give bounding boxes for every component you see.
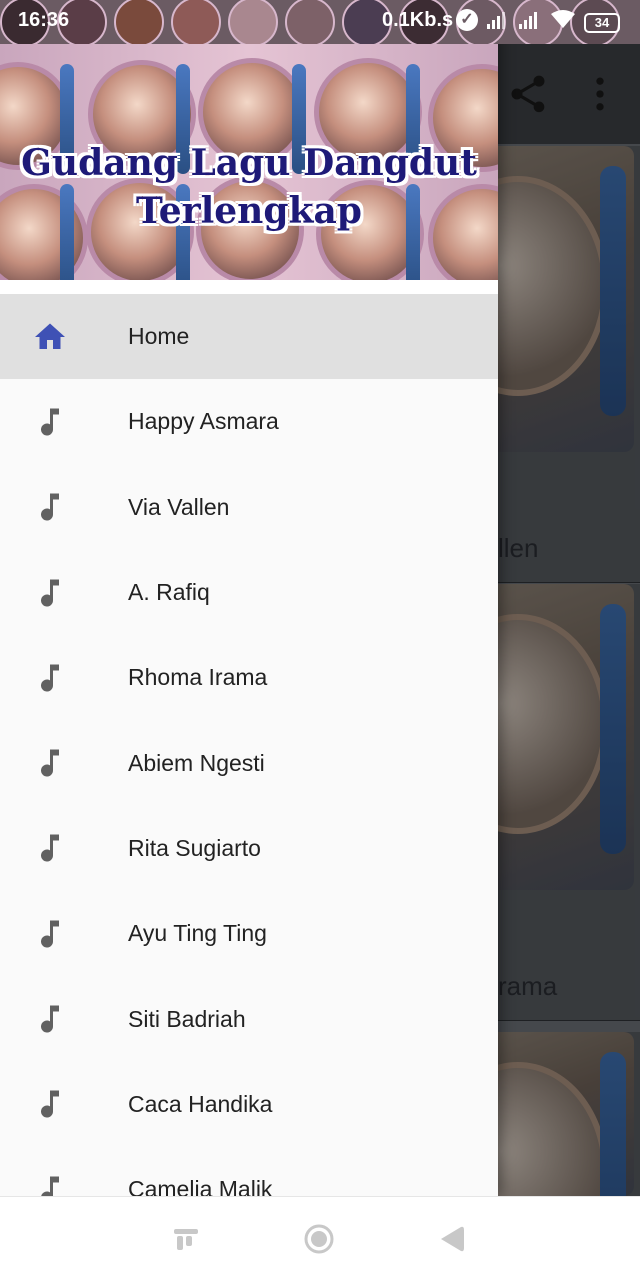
home-circle-icon[interactable] (301, 1221, 337, 1257)
network-speed: 0.1Kb.s (382, 9, 454, 31)
battery-icon: 34 (584, 12, 620, 33)
music-note-icon (32, 404, 68, 440)
status-bar: 16:36 0.1Kb.s ✓ 34 (0, 0, 640, 44)
menu-item-rita-sugiarto[interactable]: Rita Sugiarto (0, 806, 498, 891)
home-icon (32, 319, 68, 355)
menu-item-label: Home (128, 323, 190, 350)
drawer-menu: Home Happy Asmara Via Vallen A. Rafiq Rh… (0, 294, 498, 1196)
menu-item-label: Via Vallen (128, 493, 230, 520)
music-note-icon (32, 575, 68, 611)
menu-item-caca-handika[interactable]: Caca Handika (0, 1062, 498, 1147)
signal-icon (518, 10, 542, 35)
back-triangle-icon[interactable] (434, 1221, 470, 1257)
menu-item-label: Rita Sugiarto (128, 834, 261, 861)
menu-item-label: Happy Asmara (128, 408, 279, 435)
system-nav-bar (0, 1196, 640, 1280)
menu-item-label: Caca Handika (128, 1090, 273, 1117)
music-note-icon (32, 1086, 68, 1122)
music-note-icon (32, 1172, 68, 1196)
menu-item-a-rafiq[interactable]: A. Rafiq (0, 550, 498, 635)
menu-item-via-vallen[interactable]: Via Vallen (0, 465, 498, 550)
drawer-header-banner: Gudang Lagu Dangdut Terlengkap (0, 44, 498, 280)
header-title-line1: Gudang Lagu Dangdut (21, 142, 477, 184)
navigation-drawer: Gudang Lagu Dangdut Terlengkap Home Happ… (0, 0, 498, 1196)
menu-item-siti-badriah[interactable]: Siti Badriah (0, 976, 498, 1061)
recents-icon[interactable] (168, 1221, 204, 1257)
menu-item-label: Rhoma Irama (128, 664, 268, 691)
menu-item-abiem-ngesti[interactable]: Abiem Ngesti (0, 720, 498, 805)
menu-item-label: Camelia Malik (128, 1176, 273, 1196)
drawer-scrim[interactable] (498, 44, 640, 1196)
music-note-icon (32, 745, 68, 781)
menu-item-label: Siti Badriah (128, 1005, 246, 1032)
check-circle-icon: ✓ (456, 9, 478, 31)
menu-item-label: Ayu Ting Ting (128, 920, 267, 947)
menu-item-label: A. Rafiq (128, 579, 210, 606)
status-time: 16:36 (18, 9, 70, 31)
music-note-icon (32, 489, 68, 525)
menu-item-rhoma-irama[interactable]: Rhoma Irama (0, 635, 498, 720)
music-note-icon (32, 1001, 68, 1037)
music-note-icon (32, 830, 68, 866)
signal-icon (486, 10, 510, 35)
music-note-icon (32, 916, 68, 952)
menu-item-happy-asmara[interactable]: Happy Asmara (0, 379, 498, 464)
music-note-icon (32, 660, 68, 696)
wifi-icon (550, 10, 576, 35)
menu-item-home[interactable]: Home (0, 294, 498, 380)
header-title-line2: Terlengkap (136, 190, 362, 232)
menu-item-ayu-ting-ting[interactable]: Ayu Ting Ting (0, 891, 498, 976)
menu-item-camelia-malik[interactable]: Camelia Malik (0, 1147, 498, 1196)
menu-item-label: Abiem Ngesti (128, 749, 265, 776)
